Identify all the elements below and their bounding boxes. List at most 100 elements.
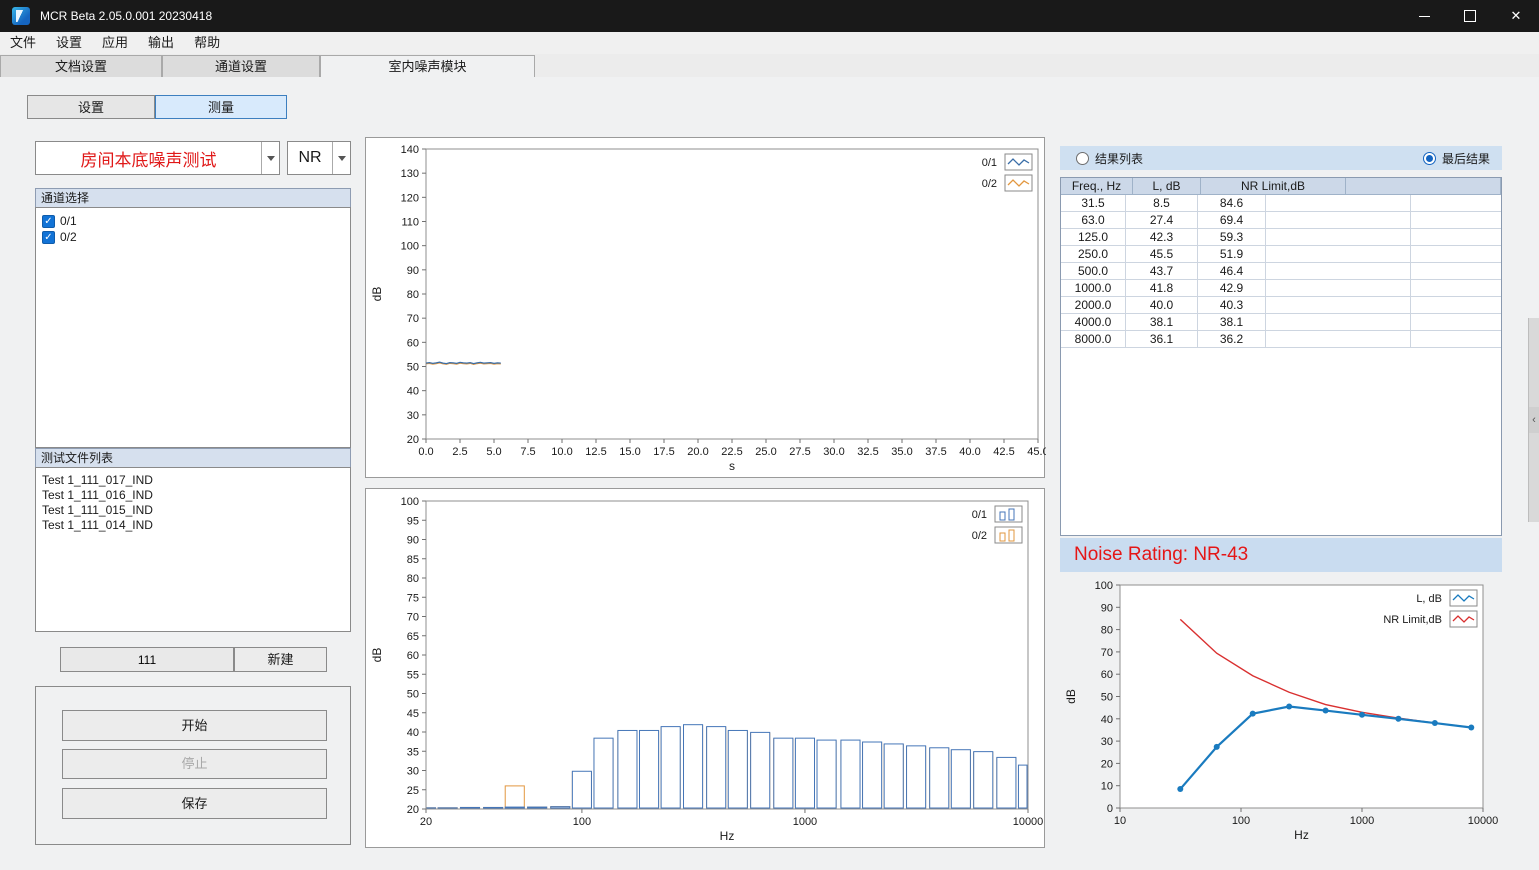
level-cell: 36.1 xyxy=(1126,331,1198,348)
svg-text:40: 40 xyxy=(407,386,419,398)
svg-text:7.5: 7.5 xyxy=(520,446,535,458)
file-item[interactable]: Test 1_111_014_IND xyxy=(42,518,350,533)
window-title: MCR Beta 2.05.0.001 20230418 xyxy=(40,9,212,23)
spectrum-chart: 2025303540455055606570758085909510020100… xyxy=(365,488,1045,848)
svg-text:120: 120 xyxy=(401,192,419,204)
test-combo-arrow[interactable] xyxy=(261,142,279,174)
channel-item[interactable]: 0/2 xyxy=(36,229,350,245)
app-window: MCR Beta 2.05.0.001 20230418 ✕ 文件设置应用输出帮… xyxy=(0,0,1539,870)
svg-text:40: 40 xyxy=(407,727,419,739)
nr-limit-cell: 42.9 xyxy=(1198,280,1266,297)
file-listbox: Test 1_111_017_INDTest 1_111_016_INDTest… xyxy=(35,467,351,632)
svg-text:0/2: 0/2 xyxy=(972,530,987,542)
close-icon: ✕ xyxy=(1511,8,1522,24)
empty-cell xyxy=(1266,229,1411,246)
minimize-button[interactable] xyxy=(1401,0,1447,32)
radio-on-icon[interactable] xyxy=(1423,152,1436,165)
maximize-button[interactable] xyxy=(1447,0,1493,32)
file-item[interactable]: Test 1_111_016_IND xyxy=(42,488,350,503)
nr-limit-cell: 38.1 xyxy=(1198,314,1266,331)
sub-tab[interactable]: 测量 xyxy=(155,95,287,119)
table-row[interactable]: 2000.0 40.0 40.3 xyxy=(1061,297,1501,314)
svg-text:dB: dB xyxy=(370,648,384,663)
last-result-option[interactable]: 最后结果 xyxy=(1423,150,1490,167)
titlebar: MCR Beta 2.05.0.001 20230418 ✕ xyxy=(0,0,1539,32)
menu-item[interactable]: 设置 xyxy=(46,32,92,54)
rating-type-combo[interactable]: NR xyxy=(287,141,351,175)
results-radio-row: 结果列表 最后结果 xyxy=(1060,146,1502,170)
file-item[interactable]: Test 1_111_017_IND xyxy=(42,473,350,488)
menu-item[interactable]: 应用 xyxy=(92,32,138,54)
svg-text:140: 140 xyxy=(401,144,419,156)
table-row[interactable]: 63.0 27.4 69.4 xyxy=(1061,212,1501,229)
menubar: 文件设置应用输出帮助 xyxy=(0,32,1539,54)
radio-off-icon[interactable] xyxy=(1076,152,1089,165)
test-number-input[interactable] xyxy=(60,647,234,672)
main-tab[interactable]: 室内噪声模块 xyxy=(320,55,535,77)
close-button[interactable]: ✕ xyxy=(1493,0,1539,32)
table-row[interactable]: 31.5 8.5 84.6 xyxy=(1061,195,1501,212)
main-tab[interactable]: 文档设置 xyxy=(0,55,162,77)
right-splitter[interactable]: ‹ xyxy=(1528,318,1539,522)
test-name-combo[interactable]: 房间本底噪声测试 xyxy=(35,141,280,175)
table-row[interactable]: 1000.0 41.8 42.9 xyxy=(1061,280,1501,297)
main-tab[interactable]: 通道设置 xyxy=(162,55,320,77)
svg-text:Hz: Hz xyxy=(1294,828,1309,842)
svg-text:80: 80 xyxy=(1101,625,1113,637)
nr-limit-cell: 51.9 xyxy=(1198,246,1266,263)
collapse-handle[interactable]: ‹ xyxy=(1529,407,1539,433)
svg-text:30: 30 xyxy=(407,410,419,422)
channel-item[interactable]: 0/1 xyxy=(36,213,350,229)
empty-cell xyxy=(1411,280,1501,297)
svg-text:20: 20 xyxy=(407,434,419,446)
table-empty-area xyxy=(1061,348,1501,536)
svg-text:20: 20 xyxy=(1101,758,1113,770)
empty-cell xyxy=(1411,331,1501,348)
menu-item[interactable]: 帮助 xyxy=(184,32,230,54)
table-row[interactable]: 8000.0 36.1 36.2 xyxy=(1061,331,1501,348)
save-button[interactable]: 保存 xyxy=(62,788,327,819)
level-cell: 38.1 xyxy=(1126,314,1198,331)
nr-limit-cell: 36.2 xyxy=(1198,331,1266,348)
checkbox-checked-icon[interactable] xyxy=(42,231,55,244)
table-row[interactable]: 250.0 45.5 51.9 xyxy=(1061,246,1501,263)
svg-text:70: 70 xyxy=(407,612,419,624)
svg-text:80: 80 xyxy=(407,573,419,585)
menu-item[interactable]: 输出 xyxy=(138,32,184,54)
svg-text:0: 0 xyxy=(1107,803,1113,815)
table-header-cell xyxy=(1346,178,1500,195)
svg-text:35.0: 35.0 xyxy=(891,446,912,458)
empty-cell xyxy=(1266,314,1411,331)
empty-cell xyxy=(1411,314,1501,331)
table-row[interactable]: 4000.0 38.1 38.1 xyxy=(1061,314,1501,331)
nr-limit-cell: 59.3 xyxy=(1198,229,1266,246)
rating-combo-arrow[interactable] xyxy=(332,142,350,174)
svg-text:2.5: 2.5 xyxy=(452,446,467,458)
channel-label: 0/2 xyxy=(60,230,77,244)
new-button[interactable]: 新建 xyxy=(234,647,327,672)
checkbox-checked-icon[interactable] xyxy=(42,215,55,228)
file-list-header: 测试文件列表 xyxy=(35,448,351,468)
svg-text:NR Limit,dB: NR Limit,dB xyxy=(1383,614,1442,626)
menu-item[interactable]: 文件 xyxy=(0,32,46,54)
freq-cell: 31.5 xyxy=(1061,195,1126,212)
svg-text:40.0: 40.0 xyxy=(959,446,980,458)
empty-cell xyxy=(1266,263,1411,280)
svg-text:60: 60 xyxy=(407,650,419,662)
svg-text:40: 40 xyxy=(1101,714,1113,726)
file-item[interactable]: Test 1_111_015_IND xyxy=(42,503,350,518)
result-list-option[interactable]: 结果列表 xyxy=(1076,150,1143,167)
svg-text:50: 50 xyxy=(1101,692,1113,704)
noise-rating-text: Noise Rating: NR-43 xyxy=(1074,544,1248,566)
level-cell: 27.4 xyxy=(1126,212,1198,229)
nr-limit-cell: 46.4 xyxy=(1198,263,1266,280)
maximize-icon xyxy=(1464,10,1476,22)
freq-cell: 4000.0 xyxy=(1061,314,1126,331)
table-row[interactable]: 125.0 42.3 59.3 xyxy=(1061,229,1501,246)
table-row[interactable]: 500.0 43.7 46.4 xyxy=(1061,263,1501,280)
test-name-value: 房间本底噪声测试 xyxy=(36,142,261,174)
sub-tab[interactable]: 设置 xyxy=(27,95,155,119)
channel-select-header: 通道选择 xyxy=(35,188,351,208)
start-button[interactable]: 开始 xyxy=(62,710,327,741)
freq-cell: 1000.0 xyxy=(1061,280,1126,297)
